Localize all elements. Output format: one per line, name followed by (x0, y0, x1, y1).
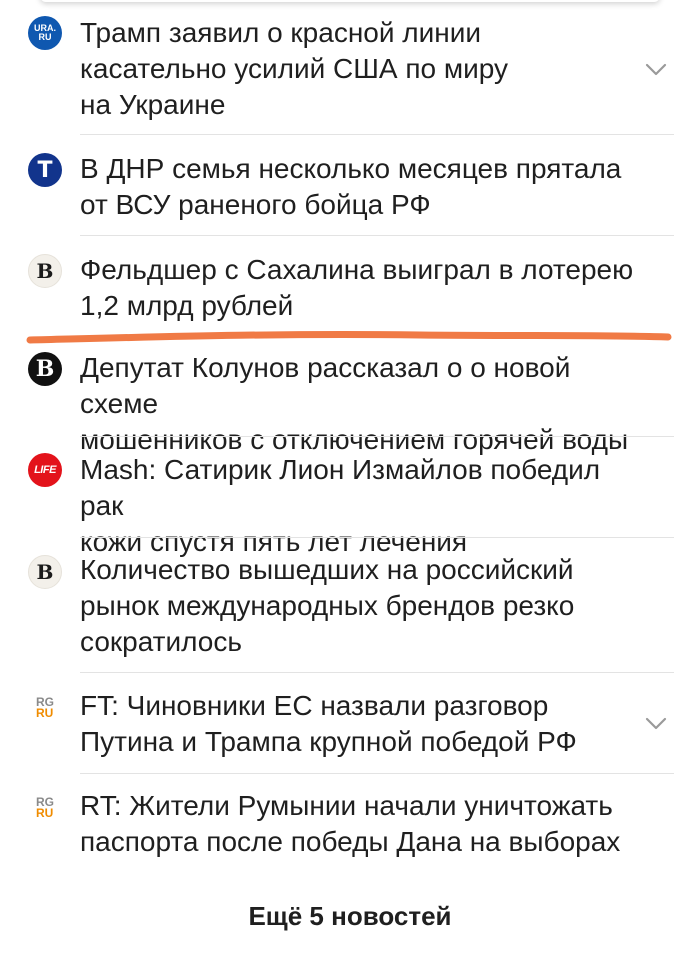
separator (80, 134, 674, 135)
news-item[interactable]: T В ДНР семья несколько месяцев прятала … (0, 136, 700, 236)
news-item[interactable]: B Депутат Колунов рассказал о о новой сх… (0, 336, 700, 455)
chevron-down-icon[interactable] (643, 56, 669, 82)
news-title: В ДНР семья несколько месяцев прятала от… (80, 153, 622, 220)
news-item[interactable]: RG RU RT: Жители Румынии начали уничтожат… (0, 774, 700, 874)
news-item[interactable]: RG RU FT: Чиновники ЕС назвали разговор П… (0, 673, 700, 774)
news-item[interactable]: LIFE Mash: Сатирик Лион Измайлов победил… (0, 437, 700, 557)
news-item[interactable]: URA. RU Трамп заявил о красной линии каса… (0, 0, 700, 136)
rg-ru-icon: RG RU (28, 791, 62, 825)
rg-ru-icon: RG RU (28, 691, 62, 725)
b-icon: B (28, 254, 62, 288)
b-dark-icon: B (28, 352, 62, 386)
b-icon: B (28, 555, 62, 589)
chevron-down-icon[interactable] (643, 710, 669, 736)
life-icon: LIFE (28, 453, 62, 487)
news-item[interactable]: B Фельдшер с Сахалина выиграл в лотерею … (0, 236, 700, 336)
news-title: RT: Жители Румынии начали уничтожать пас… (80, 790, 621, 857)
news-title: Трамп заявил о красной линии касательно … (80, 17, 509, 120)
news-title: FT: Чиновники ЕС назвали разговор Путина… (80, 690, 577, 757)
t-icon: T (28, 153, 62, 187)
show-more-button[interactable]: Ещё 5 новостей (0, 896, 700, 936)
news-title: Фельдшер с Сахалина выиграл в лотерею 1,… (80, 254, 634, 321)
news-title: Количество вышедших на российский рынок … (80, 554, 575, 657)
news-item[interactable]: B Количество вышедших на российский рыно… (0, 538, 700, 673)
ura-ru-icon: URA. RU (28, 16, 62, 50)
